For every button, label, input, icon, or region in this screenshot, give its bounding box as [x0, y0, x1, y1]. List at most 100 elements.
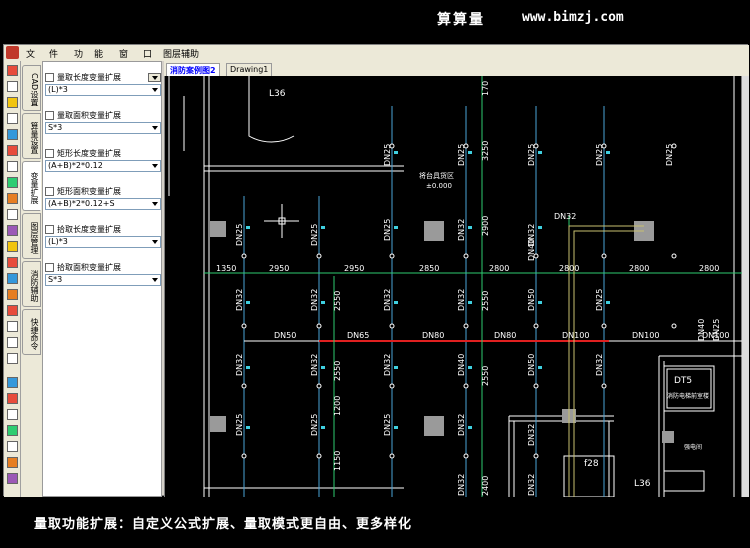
item-label: 矩形面积变量扩展 [57, 187, 121, 196]
tool-icon[interactable] [7, 129, 18, 140]
tool-icon[interactable] [7, 161, 18, 172]
dn-label: DN32 [554, 212, 576, 221]
checkbox[interactable] [45, 263, 54, 272]
tool-icon[interactable] [7, 145, 18, 156]
formula-select[interactable]: (L)*3 [45, 84, 161, 96]
tab-layer-management[interactable]: 图层管理 [22, 213, 41, 259]
formula-select[interactable]: (L)*3 [45, 236, 161, 248]
cad-drawing-canvas[interactable]: DN25 DN25 DN25 DN32 DN32 DN40 DN25 DN25 … [164, 76, 742, 497]
formula-select[interactable]: S*3 [45, 122, 161, 134]
dn-label: DN25 [665, 144, 674, 166]
tool-icon[interactable] [7, 393, 18, 404]
tool-icon[interactable] [7, 273, 18, 284]
dn-label: DN25 [527, 144, 536, 166]
menu-item-layer-assist[interactable]: 图层辅助 [163, 47, 199, 60]
dn-label: DN25 [310, 414, 319, 436]
dn-label: DN50 [527, 354, 536, 376]
tool-icon[interactable] [7, 81, 18, 92]
checkbox[interactable] [45, 149, 54, 158]
formula-value: (A+B)*2*0.12 [48, 161, 103, 170]
dim-number: 2950 [269, 264, 289, 273]
menu-item-neng[interactable]: 能 [94, 47, 103, 60]
dim-number: 2950 [344, 264, 364, 273]
tool-icon[interactable] [7, 289, 18, 300]
dim-number: 2800 [559, 264, 579, 273]
checkbox[interactable] [45, 225, 54, 234]
checkbox[interactable] [45, 187, 54, 196]
tool-icon[interactable] [7, 409, 18, 420]
screenshot-root: 算算量 www.bimzj.com 文 件 功 能 窗 口 图层辅助 CAD设置… [0, 0, 750, 548]
pipe-label: DN80 [494, 331, 516, 340]
tab-quick-commands[interactable]: 快捷命令 [22, 309, 41, 355]
dim-number: 2400 [481, 476, 490, 496]
left-toolbar [4, 61, 21, 497]
formula-select[interactable]: (A+B)*2*0.12+S [45, 198, 161, 210]
menu-item-wen[interactable]: 文 [26, 47, 35, 60]
room-label: 将台具货区 [419, 171, 454, 180]
tool-icon[interactable] [7, 257, 18, 268]
main-pipe-labels: DN50 DN65 DN80 DN80 DN100 DN100 DN100 [274, 331, 729, 340]
tool-icon[interactable] [7, 337, 18, 348]
formula-select[interactable]: (A+B)*2*0.12 [45, 160, 161, 172]
dim-number: 2850 [419, 264, 439, 273]
dn-label: DN32 [383, 354, 392, 376]
dim-number: 2550 [333, 361, 342, 381]
dim-number: 2550 [481, 291, 490, 311]
checkbox[interactable] [45, 73, 54, 82]
tool-icon[interactable] [7, 441, 18, 452]
tool-icon[interactable] [7, 321, 18, 332]
dn-label: DN32 [457, 289, 466, 311]
tool-icon[interactable] [7, 457, 18, 468]
tool-icon[interactable] [7, 305, 18, 316]
dn-label: DN25 [310, 224, 319, 246]
app-logo-icon [6, 46, 19, 59]
tab-quantity-settings[interactable]: 算量设置 [22, 113, 41, 159]
dim-number: 2900 [481, 216, 490, 236]
tab-cad-settings[interactable]: CAD设置 [22, 65, 41, 111]
tool-icon[interactable] [7, 209, 18, 220]
tool-icon[interactable] [7, 425, 18, 436]
pipe-label: DN50 [274, 331, 296, 340]
tool-icon[interactable] [7, 473, 18, 484]
elevator-code: DT5 [674, 376, 692, 386]
tool-icon[interactable] [7, 97, 18, 108]
checkbox[interactable] [45, 111, 54, 120]
chevron-down-icon [152, 240, 158, 244]
pipe-label: DN100 [562, 331, 589, 340]
tab-variable-extension[interactable]: 变量扩展 [22, 161, 41, 211]
menu-item-kou[interactable]: 口 [143, 47, 152, 60]
tool-icon[interactable] [7, 241, 18, 252]
stair-label: L36 [634, 479, 651, 489]
tool-icon[interactable] [7, 193, 18, 204]
doc-tab-drawing1[interactable]: Drawing1 [226, 63, 273, 76]
dn-label: DN25 [383, 144, 392, 166]
menu-item-jian[interactable]: 件 [49, 47, 58, 60]
vertical-scrollbar[interactable] [742, 76, 749, 497]
dropdown-button[interactable] [148, 73, 161, 82]
vertical-tabs: CAD设置 算量设置 变量扩展 图层管理 消防辅助 快捷命令 [21, 61, 42, 497]
tool-icon[interactable] [7, 177, 18, 188]
formula-value: (L)*3 [48, 85, 68, 94]
chevron-down-icon [152, 88, 158, 92]
dim-number: 2800 [489, 264, 509, 273]
dn-label: DN32 [595, 354, 604, 376]
tool-icon[interactable] [7, 353, 18, 364]
dn-label: DN32 [527, 474, 536, 496]
tab-fire-assist[interactable]: 消防辅助 [22, 261, 41, 307]
doc-tab-fire-case[interactable]: 消防案例图2 [166, 63, 220, 76]
menu-item-gong[interactable]: 功 [74, 47, 83, 60]
tool-icon[interactable] [7, 377, 18, 388]
walls [164, 76, 742, 497]
menu-item-chuang[interactable]: 窗 [119, 47, 128, 60]
dn-label: DN32 [310, 354, 319, 376]
chevron-down-icon [152, 202, 158, 206]
tool-icon[interactable] [7, 65, 18, 76]
tool-icon[interactable] [7, 225, 18, 236]
formula-select[interactable]: S*3 [45, 274, 161, 286]
pipe-label: DN65 [347, 331, 369, 340]
tool-icon[interactable] [7, 113, 18, 124]
dn-label: DN50 [527, 289, 536, 311]
document-tabs: 消防案例图2 Drawing1 [164, 61, 749, 76]
menu-bar: 文 件 功 能 窗 口 图层辅助 [4, 45, 749, 61]
site-url: www.bimzj.com [522, 10, 624, 25]
